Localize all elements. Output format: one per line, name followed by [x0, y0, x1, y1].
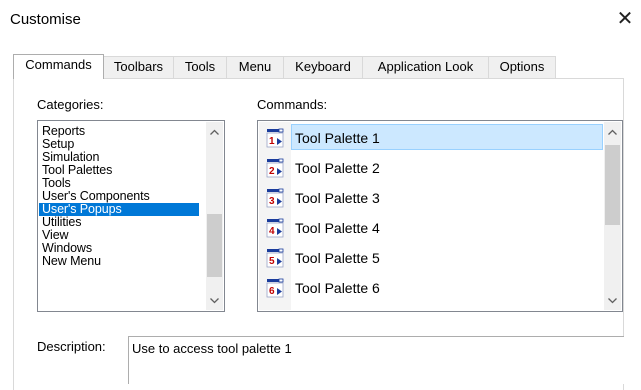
- tool-palette-icon: 2: [266, 158, 284, 178]
- tab-strip: Commands Toolbars Tools Menu Keyboard Ap…: [13, 54, 623, 79]
- tool-palette-icon: 3: [266, 188, 284, 208]
- close-icon: ✕: [616, 8, 634, 30]
- tab-label: Keyboard: [295, 59, 351, 74]
- tab-tools[interactable]: Tools: [173, 56, 227, 78]
- tab-menu[interactable]: Menu: [226, 56, 284, 78]
- tab-label: Toolbars: [113, 59, 164, 74]
- tab-label: Commands: [25, 57, 92, 72]
- description-label: Description:: [37, 339, 106, 354]
- tab-toolbars[interactable]: Toolbars: [103, 56, 174, 78]
- tab-label: Application Look: [377, 59, 474, 74]
- tab-application-look[interactable]: Application Look: [362, 56, 489, 78]
- command-item[interactable]: 4 Tool Palette 4: [259, 214, 603, 242]
- command-item[interactable]: 2 Tool Palette 2: [259, 154, 603, 182]
- tab-commands[interactable]: Commands: [13, 54, 104, 79]
- svg-text:2: 2: [269, 166, 275, 177]
- svg-text:1: 1: [269, 136, 275, 147]
- categories-scroll-thumb[interactable]: [207, 214, 222, 277]
- categories-scrollbar[interactable]: [206, 122, 223, 310]
- commands-list: 1 Tool Palette 1 2 Tool Palette 2 3 Tool Pale…: [259, 122, 603, 302]
- tool-palette-icon: 5: [266, 248, 284, 268]
- command-item[interactable]: 5 Tool Palette 5: [259, 244, 603, 272]
- description-text: Use to access tool palette 1: [132, 341, 292, 356]
- tab-label: Tools: [184, 59, 216, 74]
- command-item-label: Tool Palette 4: [295, 220, 380, 236]
- title-bar: Customise ✕: [0, 0, 641, 40]
- tool-palette-icon: 4: [266, 218, 284, 238]
- window-title: Customise: [10, 11, 81, 28]
- command-item-label: Tool Palette 2: [295, 160, 380, 176]
- commands-scroll-thumb[interactable]: [605, 145, 620, 225]
- commands-label: Commands:: [257, 97, 328, 112]
- svg-text:3: 3: [269, 196, 275, 207]
- tab-options[interactable]: Options: [488, 56, 556, 78]
- chevron-up-icon[interactable]: [206, 123, 223, 140]
- chevron-up-icon[interactable]: [604, 123, 621, 140]
- tab-keyboard[interactable]: Keyboard: [283, 56, 363, 78]
- command-item-label: Tool Palette 3: [295, 190, 380, 206]
- svg-text:6: 6: [269, 286, 275, 297]
- command-item[interactable]: 6 Tool Palette 6: [259, 274, 603, 302]
- command-item-label: Tool Palette 5: [295, 250, 380, 266]
- close-button[interactable]: ✕: [612, 6, 638, 32]
- tab-label: Options: [499, 59, 545, 74]
- chevron-down-icon[interactable]: [206, 292, 223, 309]
- tab-label: Menu: [238, 59, 272, 74]
- svg-text:5: 5: [269, 256, 275, 267]
- tool-palette-icon: 6: [266, 278, 284, 298]
- commands-listbox[interactable]: 1 Tool Palette 1 2 Tool Palette 2 3 Tool Pale…: [257, 120, 623, 312]
- svg-text:4: 4: [269, 226, 275, 237]
- categories-label: Categories:: [37, 97, 104, 112]
- categories-listbox[interactable]: Reports Setup Simulation Tool Palettes T…: [37, 120, 225, 312]
- chevron-down-icon[interactable]: [604, 292, 621, 309]
- command-item-selected[interactable]: 1 Tool Palette 1: [259, 124, 603, 152]
- description-field: Use to access tool palette 1: [128, 336, 624, 384]
- categories-list: Reports Setup Simulation Tool Palettes T…: [39, 125, 199, 268]
- list-item[interactable]: New Menu: [39, 255, 199, 268]
- tool-palette-icon: 1: [266, 128, 284, 148]
- commands-scrollbar[interactable]: [604, 122, 621, 310]
- command-item-label: Tool Palette 6: [295, 280, 380, 296]
- command-item[interactable]: 3 Tool Palette 3: [259, 184, 603, 212]
- command-item-label: Tool Palette 1: [295, 130, 380, 146]
